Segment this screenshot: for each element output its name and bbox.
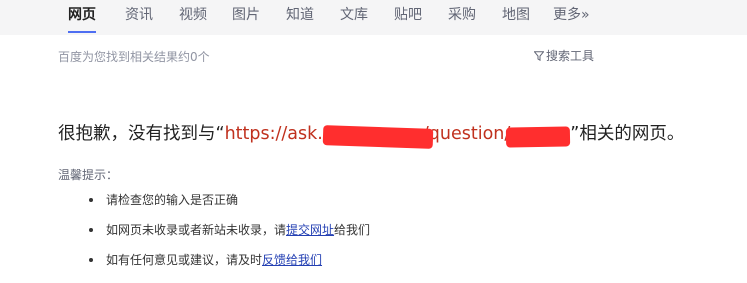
tab-web[interactable]: 网页 (68, 0, 96, 33)
tip-text: 如网页未收录或者新站未收录，请 (106, 223, 287, 237)
search-tools-button[interactable]: 搜索工具 (533, 47, 595, 64)
tip-item: 如网页未收录或者新站未收录，请提交网址给我们 (89, 220, 370, 250)
tips-list: 请检查您的输入是否正确 如网页未收录或者新站未收录，请提交网址给我们 如有任何意… (89, 190, 370, 280)
tab-map[interactable]: 地图 (502, 0, 530, 33)
submit-url-link[interactable]: 提交网址 (286, 223, 334, 237)
result-count: 百度为您找到相关结果约0个 (58, 50, 210, 64)
search-category-tabs: 网页 资讯 视频 图片 知道 文库 贴吧 采购 地图 更多» (0, 0, 747, 35)
tips-title: 温馨提示： (58, 168, 119, 182)
tab-wenku[interactable]: 文库 (340, 0, 368, 33)
bullet-icon (89, 228, 93, 232)
tip-text: 请检查您的输入是否正确 (106, 193, 239, 207)
tab-caigou[interactable]: 采购 (448, 0, 476, 33)
query-start: https://ask. (224, 124, 323, 144)
no-results-message: 很抱歉，没有找到与“https://ask. /question/ ”相关的网页。 (58, 120, 685, 149)
feedback-link[interactable]: 反馈给我们 (262, 253, 322, 267)
tab-news[interactable]: 资讯 (125, 0, 153, 33)
tip-text: 如有任何意见或建议，请及时 (106, 253, 263, 267)
tab-more[interactable]: 更多» (553, 0, 590, 33)
funnel-icon (533, 50, 545, 64)
no-results-prefix: 很抱歉，没有找到与“ (58, 124, 225, 144)
tip-item: 如有任何意见或建议，请及时反馈给我们 (89, 250, 370, 280)
tab-video[interactable]: 视频 (179, 0, 207, 33)
tab-images[interactable]: 图片 (232, 0, 260, 33)
tab-zhidao[interactable]: 知道 (286, 0, 314, 33)
bullet-icon (89, 198, 93, 202)
search-tools-label: 搜索工具 (546, 49, 595, 63)
bullet-icon (89, 258, 93, 262)
redaction-mark (322, 125, 433, 149)
query-text: https://ask. /question/ (224, 124, 571, 149)
no-results-suffix: ”相关的网页。 (570, 124, 685, 144)
tab-tieba[interactable]: 贴吧 (394, 0, 422, 33)
query-middle: /question/ (422, 124, 511, 144)
redaction-mark (505, 126, 570, 148)
tip-item: 请检查您的输入是否正确 (89, 190, 370, 220)
baidu-search-results-page: 网页 资讯 视频 图片 知道 文库 贴吧 采购 地图 更多» 百度为您找到相关结… (0, 0, 747, 283)
tip-text-after: 给我们 (334, 223, 371, 237)
